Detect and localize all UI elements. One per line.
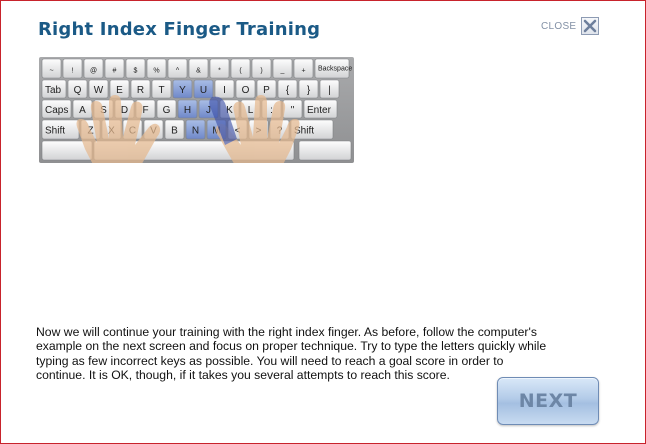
key-label: T xyxy=(158,85,164,96)
bottom-key-1 xyxy=(298,140,352,161)
page-title: Right Index Finger Training xyxy=(38,19,321,40)
next-button[interactable]: NEXT xyxy=(497,377,599,425)
key-label: P xyxy=(263,85,270,96)
key-label: Enter xyxy=(307,105,332,116)
key-label: _ xyxy=(280,68,285,75)
key-label: " xyxy=(291,105,295,116)
key-label: + xyxy=(301,68,305,75)
key-label: ~ xyxy=(49,68,53,75)
key-label: Q xyxy=(74,85,82,96)
key-label: % xyxy=(153,68,159,75)
key-label: G xyxy=(163,105,171,116)
key-label: # xyxy=(113,68,117,75)
key-label: N xyxy=(192,126,199,137)
key-label: O xyxy=(242,85,250,96)
key-label: & xyxy=(196,68,201,75)
training-window: Right Index Finger Training CLOSE ~! @ #… xyxy=(0,0,646,444)
key-label: B xyxy=(171,126,178,137)
key-label: Backspace xyxy=(318,66,352,73)
key-label: Y xyxy=(179,85,186,96)
key-label: E xyxy=(116,85,123,96)
key-label: @ xyxy=(90,68,97,75)
key-label: Tab xyxy=(45,85,62,96)
close-label: CLOSE xyxy=(541,20,577,32)
key-label: | xyxy=(328,85,331,96)
key-label: Caps xyxy=(45,105,68,116)
key-label: L xyxy=(248,105,254,116)
key-label: * xyxy=(218,68,221,75)
close-icon[interactable] xyxy=(581,17,600,35)
key-label: ) xyxy=(260,68,262,75)
key-label: ! xyxy=(72,68,74,75)
key-label: H xyxy=(184,105,191,116)
key-label: U xyxy=(200,85,207,96)
instructions-text: Now we will continue your training with … xyxy=(36,325,547,383)
key-label: A xyxy=(79,105,86,116)
close-button[interactable]: CLOSE xyxy=(541,17,600,35)
key-label: Shift xyxy=(45,126,65,137)
key-label: R xyxy=(137,85,144,96)
key-label: W xyxy=(94,85,104,96)
key-label: $ xyxy=(134,68,138,75)
key-label: I xyxy=(223,85,226,96)
keyboard-illustration: ~! @ # $% ^ & *() _ + BackspaceTab Q W E R T Y U I O P{} |Ca… xyxy=(39,57,354,163)
key-label: F xyxy=(142,105,148,116)
key-label: D xyxy=(121,105,128,116)
